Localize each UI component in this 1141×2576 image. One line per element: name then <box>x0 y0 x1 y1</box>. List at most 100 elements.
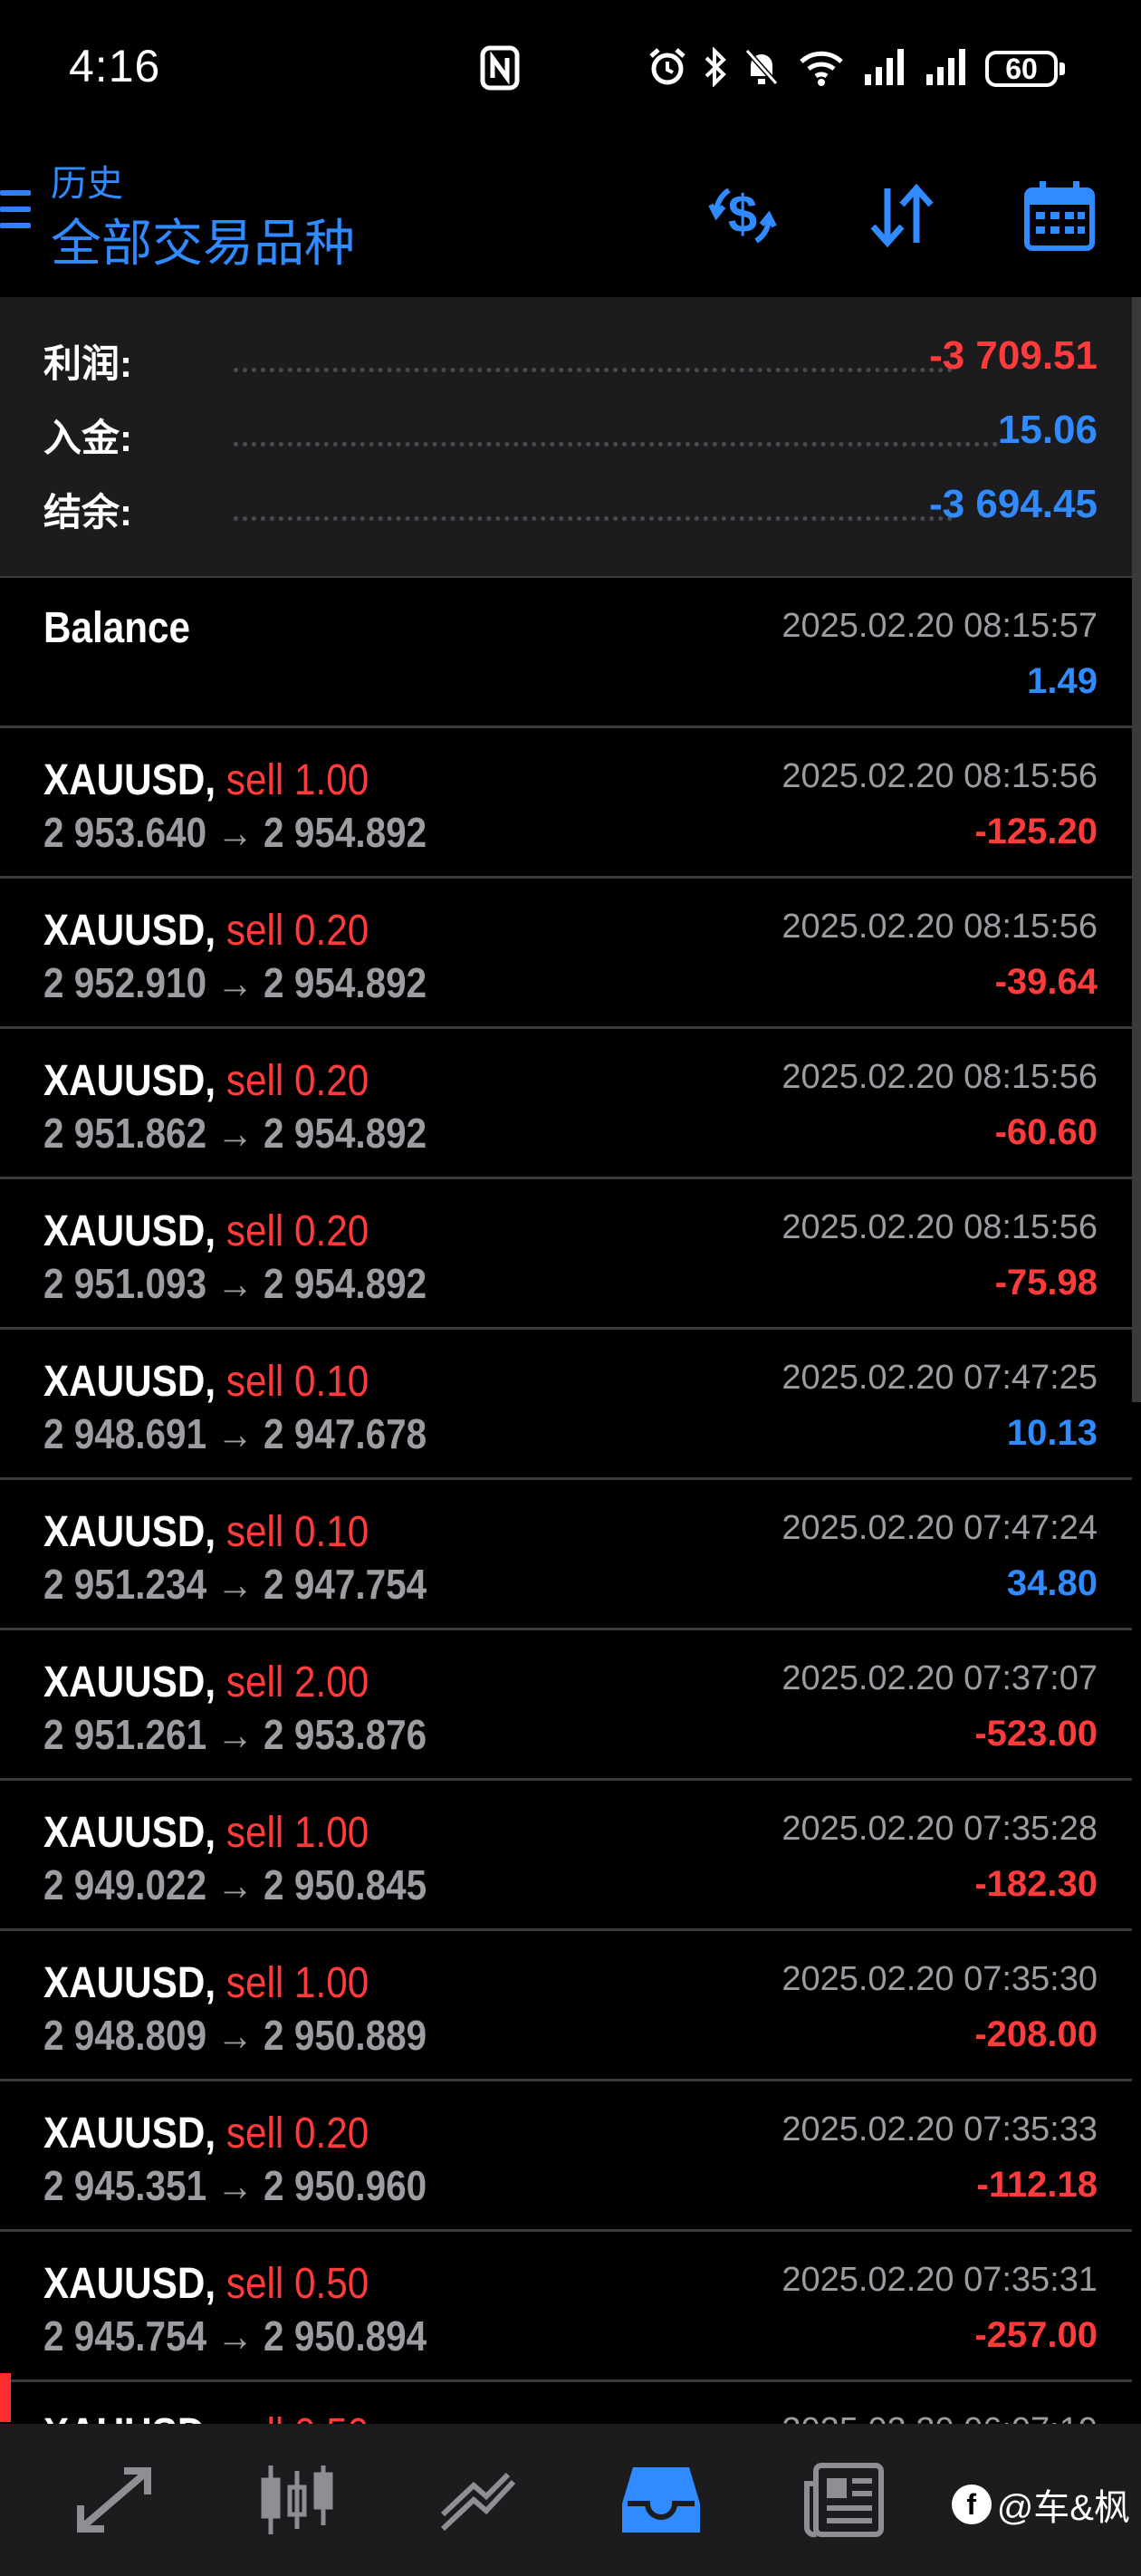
deal-symbol: XAUUSD, sell 0.20 <box>43 1057 369 1105</box>
deposit-icon: $ <box>708 185 777 244</box>
deal-symbol: XAUUSD, sell 0.50 <box>43 2260 369 2308</box>
deal-time: 2025.02.20 08:15:57 <box>781 607 1098 645</box>
summary-deposit-row: 入金: 15.06 <box>43 408 1098 462</box>
deal-symbol: XAUUSD, sell 1.00 <box>43 1959 369 2007</box>
profit-label: 利润: <box>43 342 132 385</box>
deal-row[interactable]: XAUUSD, sell 0.50 2 945.754 → 2 950.894 20… <box>0 2232 1132 2382</box>
menu-icon[interactable] <box>0 190 31 239</box>
deal-side: sell <box>225 2110 284 2158</box>
deal-volume: 0.20 <box>293 1057 369 1105</box>
signal-icon <box>926 49 965 85</box>
deal-volume: 0.50 <box>293 2260 369 2308</box>
deal-prices: 2 952.910 → 2 954.892 <box>43 959 427 1006</box>
deal-symbol: XAUUSD, sell 0.20 <box>43 2110 369 2158</box>
quotes-icon <box>77 2467 151 2533</box>
deal-side: sell <box>225 756 284 804</box>
deal-side: sell <box>225 2260 284 2308</box>
deal-row[interactable]: XAUUSD, sell 0.20 2 945.351 → 2 950.960 20… <box>0 2081 1132 2232</box>
nav-chart[interactable] <box>252 2455 342 2545</box>
sort-button[interactable] <box>858 172 945 259</box>
deal-row[interactable]: XAUUSD, sell 0.10 2 951.234 → 2 947.754 20… <box>0 1480 1132 1630</box>
deal-profit: -112.18 <box>976 2165 1098 2205</box>
deal-volume: 0.10 <box>293 1508 369 1556</box>
deal-volume: 1.00 <box>293 1809 369 1857</box>
deal-profit: 34.80 <box>1006 1563 1098 1603</box>
deal-profit: -208.00 <box>974 2014 1098 2054</box>
toolbar: 历史 全部交易品种 $ <box>0 145 1141 297</box>
bluetooth-icon <box>705 47 726 87</box>
deal-row[interactable]: XAUUSD, sell 2.00 2 951.261 → 2 953.876 20… <box>0 1630 1132 1781</box>
dotted-leader <box>234 442 998 447</box>
deal-row[interactable]: XAUUSD, sell 0.10 2 948.691 → 2 947.678 20… <box>0 1330 1132 1480</box>
deal-prices: 2 951.234 → 2 947.754 <box>43 1561 427 1608</box>
deal-prices: 2 945.754 → 2 950.894 <box>43 2312 427 2360</box>
deal-profit: -523.00 <box>974 1714 1098 1754</box>
deal-row[interactable]: XAUUSD, sell 0.20 2 951.093 → 2 954.892 20… <box>0 1179 1132 1330</box>
deal-side: sell <box>225 1959 284 2007</box>
watermark: f @车&枫 <box>951 2478 1130 2531</box>
deal-symbol: XAUUSD, sell 0.10 <box>43 1358 369 1406</box>
summary-balance-row: 结余: -3 694.45 <box>43 482 1098 536</box>
deal-time: 2025.02.20 08:15:56 <box>781 1058 1098 1096</box>
deal-symbol: XAUUSD, sell 1.00 <box>43 1809 369 1857</box>
dotted-leader <box>234 368 953 372</box>
summary-panel: 利润: -3 709.51 入金: 15.06 结余: -3 694.45 <box>0 297 1132 578</box>
deal-symbol: Balance <box>43 604 191 652</box>
nfc-icon <box>480 45 520 91</box>
nav-news[interactable] <box>799 2455 889 2545</box>
nav-trade[interactable] <box>433 2455 523 2545</box>
deal-prices: 2 948.691 → 2 947.678 <box>43 1410 427 1457</box>
deal-row[interactable]: XAUUSD, sell 1.00 2 953.640 → 2 954.892 20… <box>0 728 1132 879</box>
deal-side: sell <box>225 1658 284 1706</box>
deal-symbol: XAUUSD, sell 0.20 <box>43 907 369 955</box>
page-title[interactable]: 全部交易品种 <box>51 203 355 276</box>
deal-time: 2025.02.20 08:15:56 <box>781 908 1098 946</box>
deal-profit: -75.98 <box>994 1263 1098 1302</box>
deal-side: sell <box>225 1358 284 1406</box>
mute-icon <box>744 49 779 85</box>
summary-profit-row: 利润: -3 709.51 <box>43 333 1098 388</box>
deal-time: 2025.02.20 07:35:33 <box>781 2110 1098 2148</box>
svg-text:$: $ <box>728 185 757 244</box>
balance-label: 结余: <box>43 491 132 533</box>
deals-list: Balance 2025.02.20 08:15:57 1.49 XAUUSD,… <box>0 578 1132 2533</box>
dotted-leader <box>234 516 953 521</box>
nav-history[interactable] <box>616 2455 706 2545</box>
calendar-button[interactable] <box>1016 172 1103 259</box>
balance-value: -3 694.45 <box>929 482 1098 526</box>
signal-icon <box>865 49 904 85</box>
deal-volume: 0.10 <box>293 1358 369 1406</box>
deal-prices: 2 949.022 → 2 950.845 <box>43 1861 427 1908</box>
scrollbar[interactable] <box>1132 297 1141 1402</box>
deal-row[interactable]: Balance 2025.02.20 08:15:57 1.49 <box>0 578 1132 728</box>
deal-volume: 0.20 <box>293 2110 369 2158</box>
deposit-button[interactable]: $ <box>699 172 786 259</box>
deal-row[interactable]: XAUUSD, sell 0.20 2 952.910 → 2 954.892 20… <box>0 879 1132 1029</box>
deal-time: 2025.02.20 07:47:25 <box>781 1359 1098 1397</box>
deal-volume: 0.20 <box>293 907 369 955</box>
deal-volume: 1.00 <box>293 756 369 804</box>
deal-symbol: XAUUSD, sell 2.00 <box>43 1658 369 1706</box>
profit-value: -3 709.51 <box>929 333 1098 378</box>
deal-side: sell <box>225 907 284 955</box>
deal-time: 2025.02.20 08:15:56 <box>781 757 1098 795</box>
deal-time: 2025.02.20 07:35:30 <box>781 1960 1098 1998</box>
deal-volume: 1.00 <box>293 1959 369 2007</box>
deal-profit: 10.13 <box>1006 1413 1098 1453</box>
bottom-nav: f @车&枫 <box>0 2424 1141 2576</box>
deal-profit: -39.64 <box>994 962 1098 1002</box>
deal-row[interactable]: XAUUSD, sell 1.00 2 948.809 → 2 950.889 20… <box>0 1931 1132 2081</box>
deal-time: 2025.02.20 07:37:07 <box>781 1659 1098 1697</box>
nav-quotes[interactable] <box>69 2455 159 2545</box>
deal-time: 2025.02.20 07:47:24 <box>781 1509 1098 1547</box>
deal-side: sell <box>225 1809 284 1857</box>
deal-prices: 2 951.862 → 2 954.892 <box>43 1110 427 1157</box>
deal-prices: 2 945.351 → 2 950.960 <box>43 2162 427 2209</box>
status-icons <box>647 47 970 87</box>
deal-row[interactable]: XAUUSD, sell 1.00 2 949.022 → 2 950.845 20… <box>0 1781 1132 1931</box>
chart-icon <box>261 2465 333 2534</box>
deal-row[interactable]: XAUUSD, sell 0.20 2 951.862 → 2 954.892 20… <box>0 1029 1132 1179</box>
clock: 4:16 <box>69 41 161 91</box>
calendar-icon <box>1024 181 1095 251</box>
deal-symbol: XAUUSD, sell 0.10 <box>43 1508 369 1556</box>
